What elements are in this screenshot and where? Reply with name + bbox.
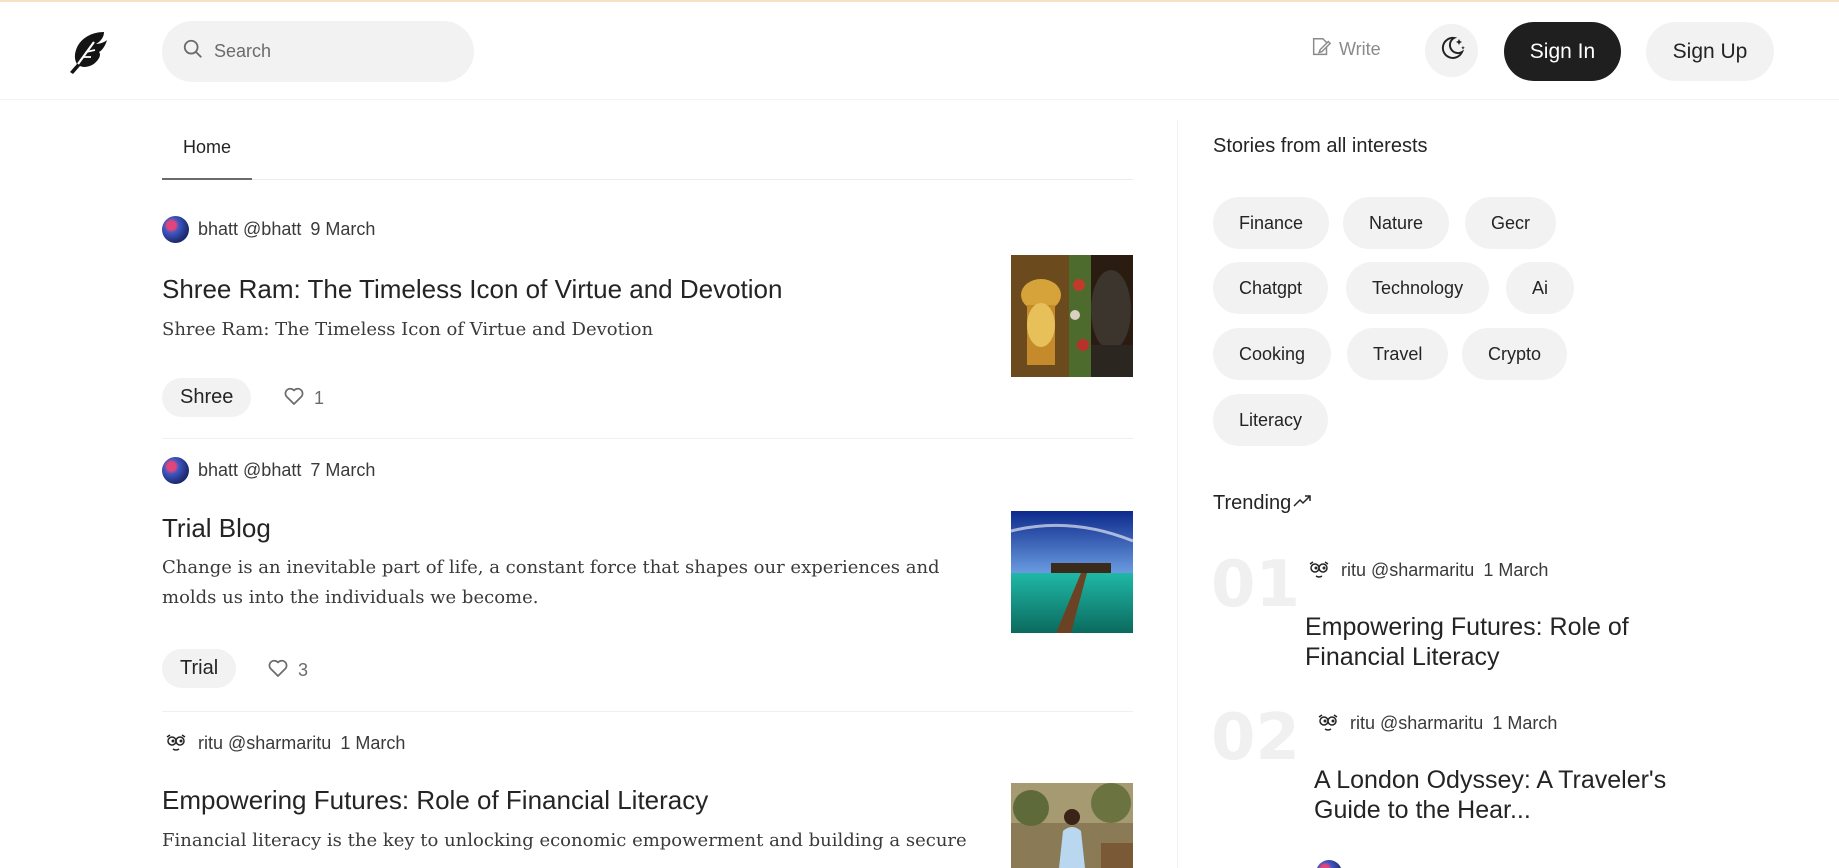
post-card[interactable]: bhatt @bhatt 7 March Trial Blog Change i… xyxy=(162,439,1133,711)
column-divider xyxy=(1177,120,1178,868)
search-icon xyxy=(182,38,204,65)
post-date: 9 March xyxy=(310,219,376,239)
post-thumbnail[interactable] xyxy=(1011,511,1133,633)
write-label: Write xyxy=(1339,39,1381,59)
sign-in-button[interactable]: Sign In xyxy=(1504,22,1621,81)
trending-label: Trending xyxy=(1213,492,1292,514)
trending-date: 1 March xyxy=(1492,713,1558,733)
trending-rank: 02 xyxy=(1211,701,1301,775)
heart-icon xyxy=(282,384,314,413)
feather-logo-icon[interactable] xyxy=(64,28,112,76)
post-author[interactable]: ritu @sharmaritu xyxy=(198,733,331,754)
post-excerpt: Shree Ram: The Timeless Icon of Virtue a… xyxy=(162,319,654,340)
heart-icon xyxy=(266,656,298,685)
trending-author[interactable]: ritu @sharmaritu xyxy=(1350,713,1483,734)
topic-chatgpt[interactable]: Chatgpt xyxy=(1213,262,1329,314)
post-thumbnail[interactable] xyxy=(1011,783,1133,868)
avatar[interactable] xyxy=(162,457,189,484)
post-tag[interactable]: Trial xyxy=(162,649,237,688)
like-count: 3 xyxy=(298,660,309,680)
topic-finance[interactable]: Finance xyxy=(1213,197,1330,249)
trending-meta: ritu @sharmaritu 1 March xyxy=(1314,710,1557,737)
post-title[interactable]: Shree Ram: The Timeless Icon of Virtue a… xyxy=(162,274,782,305)
post-card[interactable]: ritu @sharmaritu 1 March Empowering Futu… xyxy=(162,712,1133,868)
avatar[interactable] xyxy=(1314,710,1341,737)
trending-meta: ritu @sharmaritu 1 March xyxy=(1305,557,1548,584)
post-meta: bhatt @bhatt 9 March xyxy=(162,216,375,243)
search-bar[interactable]: Search xyxy=(162,21,474,82)
post-title[interactable]: Trial Blog xyxy=(162,513,271,544)
avatar[interactable] xyxy=(1316,860,1342,868)
topic-crypto[interactable]: Crypto xyxy=(1462,328,1568,380)
post-author[interactable]: bhatt @bhatt xyxy=(198,219,301,240)
post-excerpt: Financial literacy is the key to unlocki… xyxy=(162,830,967,851)
sign-up-button[interactable]: Sign Up xyxy=(1646,22,1774,81)
post-tag[interactable]: Shree xyxy=(162,378,252,417)
avatar[interactable] xyxy=(162,216,189,243)
like-count: 1 xyxy=(314,388,325,408)
post-excerpt: Change is an inevitable part of life, a … xyxy=(162,557,940,608)
search-input[interactable]: Search xyxy=(214,41,271,62)
write-button[interactable]: Write xyxy=(1310,36,1381,63)
like-button[interactable]: 1 xyxy=(282,384,324,413)
trending-heading: Trending xyxy=(1213,492,1313,515)
like-button[interactable]: 3 xyxy=(266,656,308,685)
top-header: Search Write Sign In Sign Up xyxy=(0,2,1839,100)
trending-author[interactable]: ritu @sharmaritu xyxy=(1341,560,1474,581)
topic-literacy[interactable]: Literacy xyxy=(1213,394,1329,446)
topic-gecr[interactable]: Gecr xyxy=(1465,197,1557,249)
post-author[interactable]: bhatt @bhatt xyxy=(198,460,301,481)
trending-title[interactable]: Empowering Futures: Role of Financial Li… xyxy=(1305,612,1675,672)
trending-arrow-icon xyxy=(1291,492,1313,515)
post-date: 1 March xyxy=(340,733,406,753)
post-meta: ritu @sharmaritu 1 March xyxy=(162,730,405,757)
trending-rank: 01 xyxy=(1211,548,1301,622)
avatar[interactable] xyxy=(1305,557,1332,584)
feed-tabs: Home xyxy=(162,117,1133,180)
tab-home[interactable]: Home xyxy=(162,117,252,180)
topic-ai[interactable]: Ai xyxy=(1506,262,1575,314)
post-card[interactable]: bhatt @bhatt 9 March Shree Ram: The Time… xyxy=(162,180,1133,438)
avatar[interactable] xyxy=(162,730,189,757)
trending-date: 1 March xyxy=(1483,560,1549,580)
interests-title: Stories from all interests xyxy=(1213,135,1428,157)
post-thumbnail[interactable] xyxy=(1011,255,1133,377)
topic-nature[interactable]: Nature xyxy=(1343,197,1450,249)
topic-technology[interactable]: Technology xyxy=(1346,262,1490,314)
trending-title[interactable]: A London Odyssey: A Traveler's Guide to … xyxy=(1314,765,1684,825)
topic-cooking[interactable]: Cooking xyxy=(1213,328,1332,380)
moon-stars-icon xyxy=(1437,33,1467,68)
topic-travel[interactable]: Travel xyxy=(1347,328,1449,380)
post-title[interactable]: Empowering Futures: Role of Financial Li… xyxy=(162,785,708,816)
theme-toggle-button[interactable] xyxy=(1425,24,1478,77)
post-meta: bhatt @bhatt 7 March xyxy=(162,457,375,484)
edit-icon xyxy=(1310,36,1339,63)
post-date: 7 March xyxy=(310,460,376,480)
